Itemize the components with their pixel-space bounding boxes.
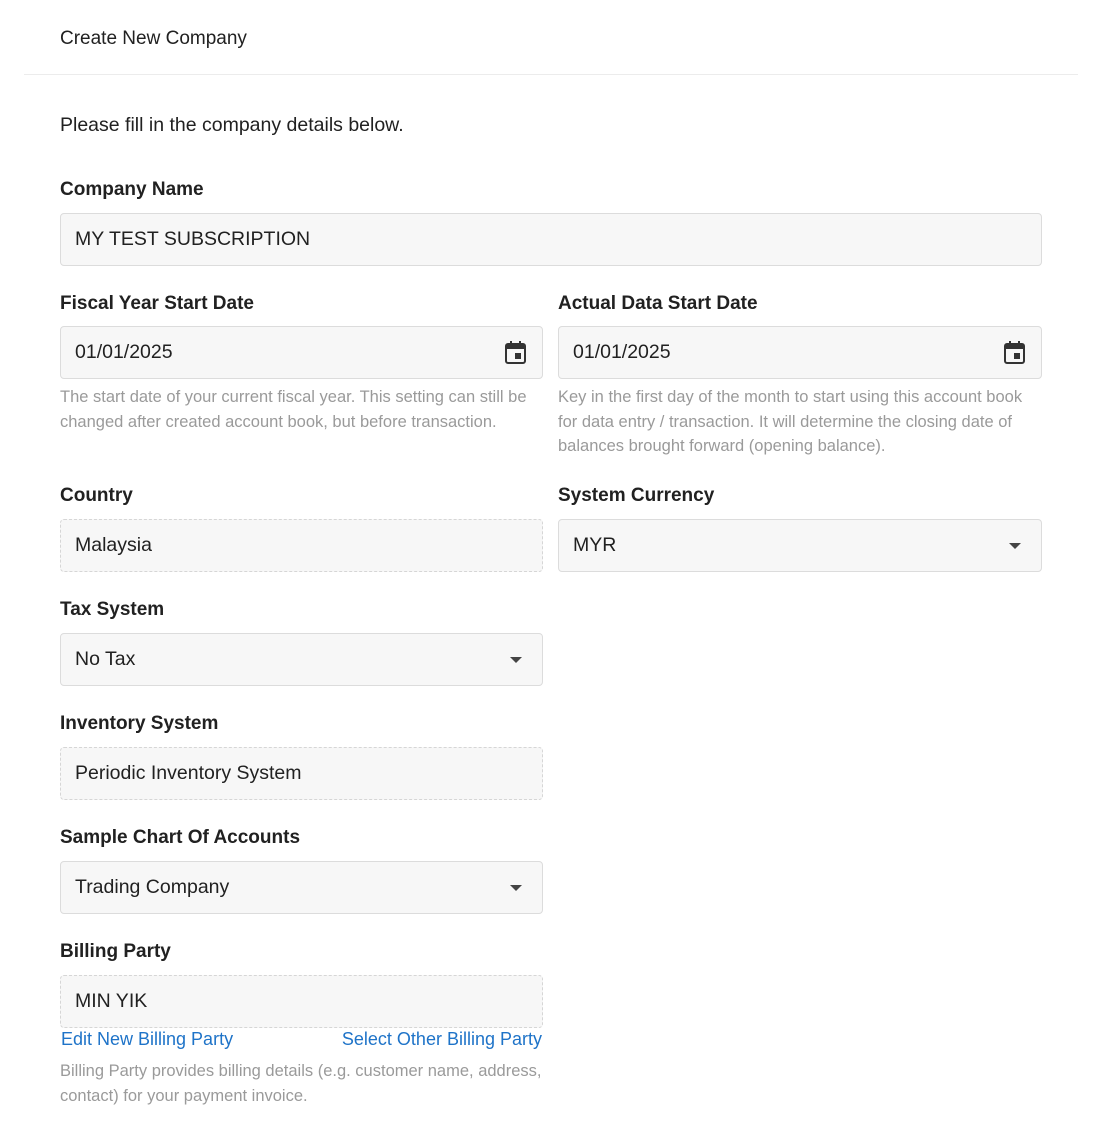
system-currency-value: MYR xyxy=(573,534,617,556)
tax-system-select[interactable]: No Tax xyxy=(60,633,543,686)
inventory-system-field: Periodic Inventory System xyxy=(60,747,543,800)
company-name-input[interactable]: MY TEST SUBSCRIPTION xyxy=(60,213,1042,266)
billing-party-field: MIN YIK xyxy=(60,975,543,1028)
actual-data-start-value: 01/01/2025 xyxy=(573,341,671,363)
country-label: Country xyxy=(60,485,133,506)
edit-new-billing-party-link[interactable]: Edit New Billing Party xyxy=(61,1029,233,1050)
caret-down-icon xyxy=(510,885,522,891)
tax-system-value: No Tax xyxy=(75,648,136,670)
sample-chart-of-accounts-label: Sample Chart Of Accounts xyxy=(60,827,301,848)
country-value: Malaysia xyxy=(75,534,152,556)
system-currency-select[interactable]: MYR xyxy=(558,519,1042,572)
billing-party-help: Billing Party provides billing details (… xyxy=(60,1062,542,1105)
sample-chart-of-accounts-value: Trading Company xyxy=(75,876,230,898)
page-header: Create New Company xyxy=(0,0,1116,75)
actual-data-start-help: Key in the first day of the month to sta… xyxy=(558,388,1023,455)
calendar-icon[interactable] xyxy=(1004,341,1025,364)
caret-down-icon xyxy=(1009,543,1021,549)
sample-chart-of-accounts-select[interactable]: Trading Company xyxy=(60,861,543,914)
actual-data-start-date-input[interactable]: 01/01/2025 xyxy=(558,326,1042,379)
billing-party-value: MIN YIK xyxy=(75,990,148,1012)
page-title: Create New Company xyxy=(60,28,247,49)
system-currency-label: System Currency xyxy=(558,485,715,506)
country-field: Malaysia xyxy=(60,519,543,572)
header-divider xyxy=(24,74,1078,75)
fiscal-year-start-help: The start date of your current fiscal ye… xyxy=(60,388,527,431)
inventory-system-label: Inventory System xyxy=(60,713,219,734)
tax-system-label: Tax System xyxy=(60,599,165,620)
caret-down-icon xyxy=(510,657,522,663)
select-other-billing-party-link[interactable]: Select Other Billing Party xyxy=(342,1029,542,1050)
fiscal-year-start-date-input[interactable]: 01/01/2025 xyxy=(60,326,543,379)
actual-data-start-label: Actual Data Start Date xyxy=(558,293,758,314)
calendar-icon[interactable] xyxy=(505,341,526,364)
intro-text: Please fill in the company details below… xyxy=(60,114,404,136)
inventory-system-value: Periodic Inventory System xyxy=(75,762,302,784)
billing-party-label: Billing Party xyxy=(60,941,171,962)
company-name-label: Company Name xyxy=(60,179,204,200)
fiscal-year-start-label: Fiscal Year Start Date xyxy=(60,293,254,314)
fiscal-year-start-value: 01/01/2025 xyxy=(75,341,173,363)
company-name-value: MY TEST SUBSCRIPTION xyxy=(75,228,311,250)
